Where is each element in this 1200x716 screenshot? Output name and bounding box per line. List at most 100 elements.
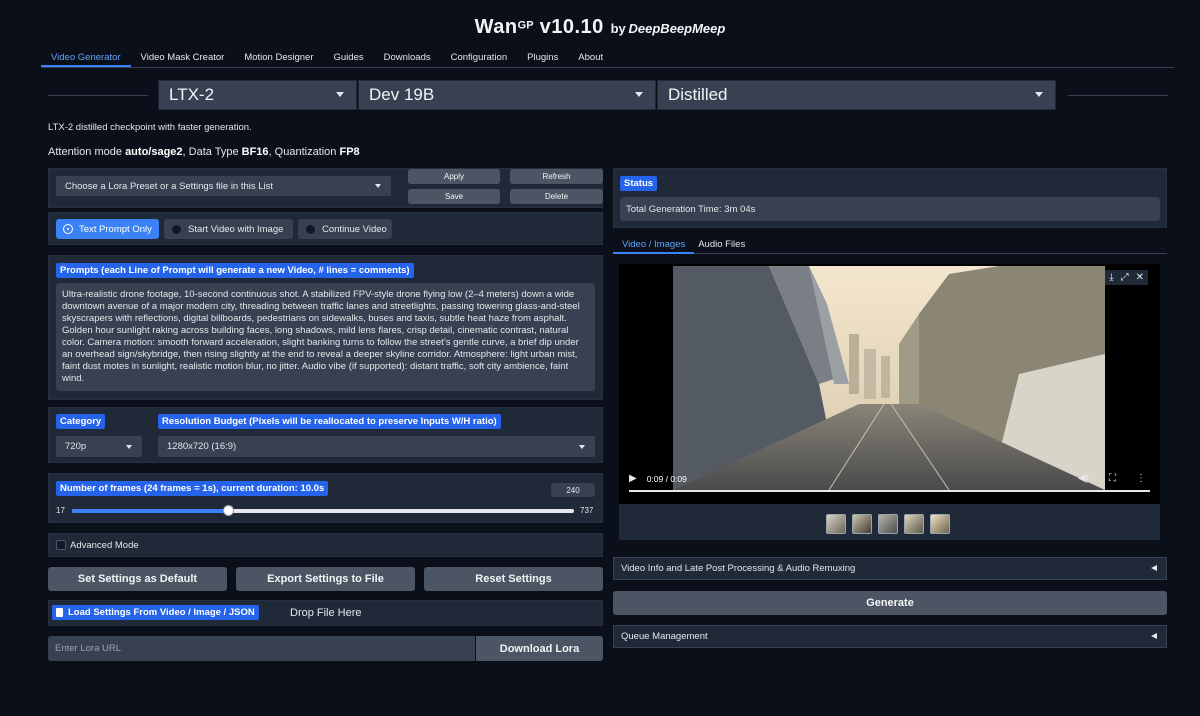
output-tabs: Video / Images Audio Files (613, 237, 1167, 254)
tab-audio-files[interactable]: Audio Files (694, 237, 754, 253)
frames-number-input[interactable]: 240 (551, 483, 595, 497)
radio-dot-icon (172, 224, 181, 234)
tab-about[interactable]: About (568, 48, 613, 67)
file-icon (56, 608, 63, 617)
download-icon[interactable]: ⤓ (1109, 272, 1113, 283)
frames-max: 737 (580, 506, 594, 515)
player-controls-left: ▶ 0:09 / 0:09 (629, 473, 687, 484)
refresh-button[interactable]: Refresh (510, 169, 603, 184)
quant-value: FP8 (339, 146, 360, 158)
gallery-thumbnails (826, 514, 950, 534)
fullscreen-icon[interactable]: ⤢ (1121, 272, 1129, 283)
model-family-select[interactable]: LTX-2 (158, 80, 357, 110)
category-label: Category (56, 414, 106, 429)
dtype-value: BF16 (241, 146, 269, 158)
model-version-value: Dev 19B (369, 85, 435, 104)
video-player[interactable]: ⤓ ⤢ ✕ ▶ 0:09 / 0:09 ◀) ⛶ ⋮ (619, 264, 1160, 504)
generate-button[interactable]: Generate (613, 591, 1167, 615)
radio-text-prompt-only[interactable]: Text Prompt Only (56, 219, 159, 239)
gallery-thumbnail[interactable] (826, 514, 846, 534)
queue-management-accordion[interactable]: Queue Management (613, 625, 1167, 648)
tab-configuration[interactable]: Configuration (441, 48, 518, 67)
advanced-mode-label: Advanced Mode (70, 540, 139, 551)
delete-button[interactable]: Delete (510, 189, 603, 204)
category-select[interactable]: 720p (56, 436, 142, 457)
chevron-down-icon (635, 92, 643, 97)
queue-management-label: Queue Management (621, 631, 708, 642)
model-version-select[interactable]: Dev 19B (358, 80, 656, 110)
divider (48, 95, 148, 96)
collapse-triangle-icon (1151, 633, 1157, 639)
lora-preset-placeholder: Choose a Lora Preset or a Settings file … (65, 180, 274, 192)
app-title: WanGP v10.10 by DeepBeepMeep (0, 16, 1200, 39)
tab-video-images[interactable]: Video / Images (613, 237, 695, 254)
load-settings-button[interactable]: Load Settings From Video / Image / JSON (52, 605, 259, 620)
save-button[interactable]: Save (408, 189, 500, 204)
collapse-triangle-icon (1151, 565, 1157, 571)
attention-info: Attention mode auto/sage2, Data Type BF1… (48, 146, 360, 158)
model-variant-select[interactable]: Distilled (657, 80, 1056, 110)
download-lora-button[interactable]: Download Lora (476, 636, 603, 661)
close-icon[interactable]: ✕ (1136, 272, 1144, 283)
chevron-down-icon (579, 445, 585, 449)
set-default-button[interactable]: Set Settings as Default (48, 567, 227, 591)
apply-button[interactable]: Apply (408, 169, 500, 184)
gallery-thumbnail[interactable] (878, 514, 898, 534)
resolution-select[interactable]: 1280x720 (16:9) (158, 436, 595, 457)
tab-motion-designer[interactable]: Motion Designer (234, 48, 323, 67)
resolution-label: Resolution Budget (Pixels will be reallo… (158, 414, 501, 429)
fullscreen-icon[interactable]: ⛶ (1109, 473, 1116, 484)
chevron-down-icon (1035, 92, 1043, 97)
frames-slider-fill (72, 509, 229, 513)
attn-mode: auto/sage2 (125, 146, 183, 158)
chevron-down-icon (336, 92, 344, 97)
tab-plugins[interactable]: Plugins (517, 48, 568, 67)
volume-icon[interactable]: ◀) (1078, 473, 1089, 484)
tab-video-generator[interactable]: Video Generator (41, 48, 131, 67)
frames-label: Number of frames (24 frames = 1s), curre… (56, 481, 329, 496)
gallery-thumbnail[interactable] (852, 514, 872, 534)
chevron-down-icon (375, 184, 381, 188)
advanced-mode-checkbox[interactable] (56, 540, 66, 550)
lora-url-input[interactable]: Enter Lora URL (48, 636, 475, 661)
radio-start-video-with-image[interactable]: Start Video with Image (164, 219, 293, 239)
app-title-sup: GP (517, 19, 534, 32)
app-title-name: Wan (474, 16, 518, 38)
prompt-label: Prompts (each Line of Prompt will genera… (56, 263, 414, 278)
radio-continue-video[interactable]: Continue Video (298, 219, 392, 239)
app-author: DeepBeepMeep (628, 21, 726, 36)
gallery-thumbnail[interactable] (904, 514, 924, 534)
tab-downloads[interactable]: Downloads (374, 48, 441, 67)
playback-progress-bar[interactable] (629, 490, 1150, 492)
quant-prefix: , Quantization (268, 146, 340, 158)
model-family-value: LTX-2 (169, 85, 215, 104)
app-by: by (610, 21, 626, 36)
attn-prefix: Attention mode (48, 146, 126, 158)
dtype-prefix: , Data Type (182, 146, 242, 158)
divider (1068, 95, 1168, 96)
status-label: Status (620, 176, 658, 191)
prompt-textarea[interactable]: Ultra-realistic drone footage, 10-second… (56, 283, 595, 391)
radio-label: Start Video with Image (188, 223, 284, 235)
gallery-thumbnail[interactable] (930, 514, 950, 534)
load-settings-label: Load Settings From Video / Image / JSON (68, 607, 255, 618)
category-value: 720p (65, 441, 87, 452)
lora-preset-select[interactable]: Choose a Lora Preset or a Settings file … (56, 176, 391, 196)
playback-time: 0:09 / 0:09 (646, 473, 687, 484)
tab-video-mask-creator[interactable]: Video Mask Creator (131, 48, 235, 67)
radio-label: Continue Video (322, 223, 387, 235)
video-frame-image (673, 266, 1105, 491)
more-options-icon[interactable]: ⋮ (1136, 473, 1146, 484)
playback-progress-fill (629, 490, 1150, 492)
player-controls-right: ◀) ⛶ ⋮ (1078, 473, 1146, 484)
radio-dot-icon (306, 224, 315, 234)
play-icon[interactable]: ▶ (629, 473, 637, 484)
video-info-accordion[interactable]: Video Info and Late Post Processing & Au… (613, 557, 1167, 580)
app-version: v10.10 (533, 16, 604, 38)
drop-file-zone[interactable]: Drop File Here (290, 607, 362, 619)
reset-settings-button[interactable]: Reset Settings (424, 567, 603, 591)
tab-guides[interactable]: Guides (324, 48, 374, 67)
resolution-value: 1280x720 (16:9) (167, 441, 237, 452)
export-settings-button[interactable]: Export Settings to File (236, 567, 415, 591)
main-tabs: Video Generator Video Mask Creator Motio… (41, 48, 1174, 68)
